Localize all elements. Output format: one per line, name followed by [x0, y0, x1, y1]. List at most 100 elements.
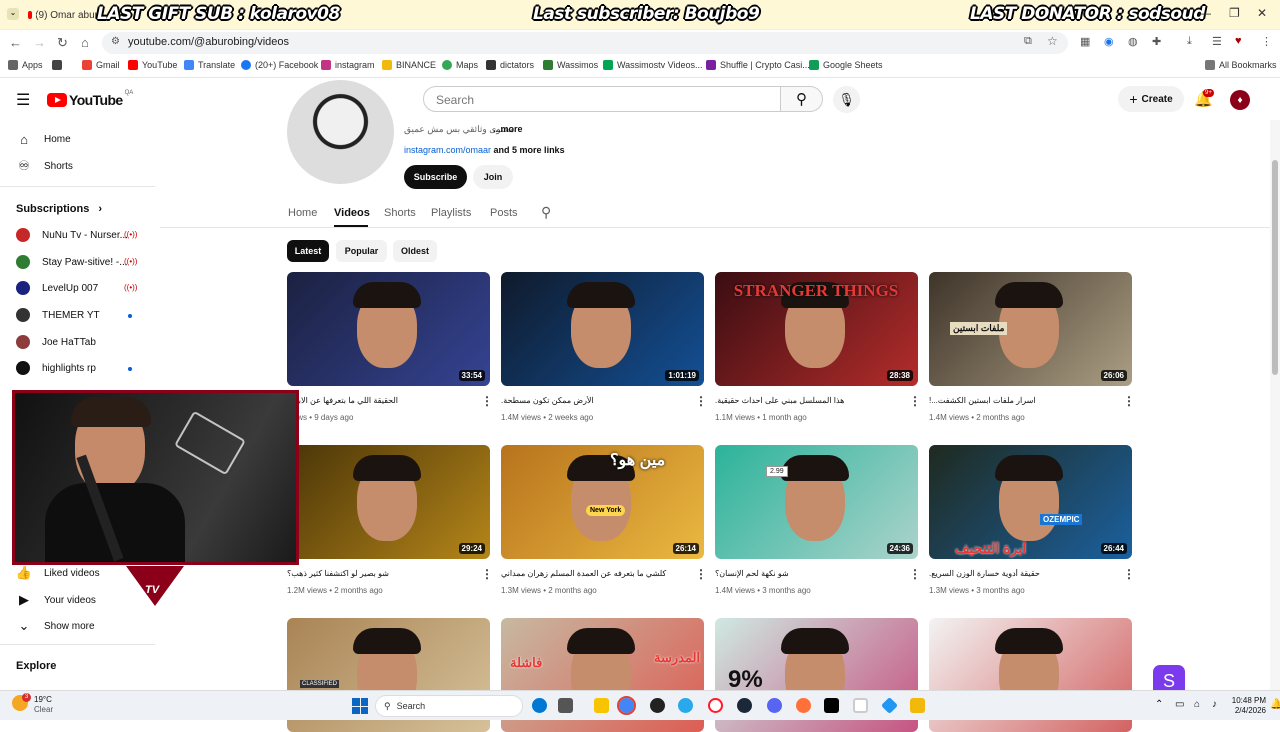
video-menu-icon[interactable]: ⋮: [909, 567, 921, 581]
opera-icon[interactable]: [708, 698, 723, 713]
tray-chevron-icon[interactable]: ⌃: [1155, 699, 1163, 710]
bookmark-dictators[interactable]: dictators: [486, 60, 534, 70]
cast-icon[interactable]: ⧉: [1024, 35, 1032, 48]
video-thumbnail[interactable]: 29:24: [287, 445, 490, 559]
chrome-menu-icon[interactable]: ⋮: [1261, 35, 1272, 48]
video-title[interactable]: شو نكهة لحم الإنسان؟: [715, 569, 895, 578]
sidebar-item-show-more[interactable]: ⌄ Show more: [16, 618, 95, 634]
tab-playlists[interactable]: Playlists: [431, 207, 471, 219]
voice-search-button[interactable]: 🎙: [833, 86, 860, 113]
bookmark-facebook[interactable]: (20+) Facebook: [241, 60, 318, 70]
taskbar-search[interactable]: ⚲ Search: [375, 695, 523, 717]
video-title[interactable]: الأرض ممكن تكون مسطحة.: [501, 396, 681, 405]
telegram-icon[interactable]: [678, 698, 693, 713]
tab-list-icon[interactable]: ⌄: [7, 8, 19, 20]
forward-icon[interactable]: →: [33, 35, 46, 50]
chrome-icon[interactable]: [617, 696, 636, 715]
extension-icon[interactable]: ▦: [1080, 35, 1090, 48]
tab-posts[interactable]: Posts: [490, 207, 518, 219]
sidebar-subscription[interactable]: Joe HaTTab: [16, 335, 96, 349]
sidebar-subscription[interactable]: highlights rp: [16, 361, 96, 375]
app2-icon[interactable]: [881, 697, 898, 714]
browser-tab[interactable]: (9) Omar abur: [28, 4, 98, 26]
reload-icon[interactable]: ↻: [57, 35, 68, 51]
video-menu-icon[interactable]: ⋮: [1123, 567, 1135, 581]
bookmark-translate[interactable]: Translate: [184, 60, 235, 70]
video-menu-icon[interactable]: ⋮: [695, 394, 707, 408]
tab-videos[interactable]: Videos: [334, 207, 370, 219]
menu-icon[interactable]: ☰: [16, 90, 30, 110]
bookmark-wassimos[interactable]: Wassimos: [543, 60, 598, 70]
bookmark-binance[interactable]: BINANCE: [382, 60, 436, 70]
profile-icon[interactable]: ♥: [1235, 35, 1242, 47]
tab-search-icon[interactable]: ☰: [1212, 35, 1222, 48]
task-view-icon[interactable]: [558, 698, 573, 713]
bookmark-star-icon[interactable]: ☆: [1047, 34, 1058, 48]
bookmark-maps[interactable]: Maps: [442, 60, 478, 70]
notification-center-icon[interactable]: 🔔: [1270, 699, 1280, 710]
network-icon[interactable]: ⌂: [1194, 699, 1200, 710]
sidebar-subscription[interactable]: THEMER YT: [16, 308, 100, 322]
video-menu-icon[interactable]: ⋮: [481, 567, 493, 581]
file-explorer-icon[interactable]: [594, 698, 609, 713]
sidebar-subscription[interactable]: LevelUp 007: [16, 281, 98, 295]
url-input[interactable]: ⚙ youtube.com/@aburobing/videos ⧉ ☆: [102, 32, 1068, 54]
avatar[interactable]: ♦: [1230, 90, 1250, 110]
github-icon[interactable]: [650, 698, 665, 713]
video-title[interactable]: اسرار ملفات ابستين الكشفت...!: [929, 396, 1109, 405]
video-title[interactable]: شو بصير لو اكتشفنا كثير ذهب؟: [287, 569, 467, 578]
close-icon[interactable]: ✕: [1257, 6, 1267, 20]
steam-icon[interactable]: [737, 698, 752, 713]
scrollbar[interactable]: [1270, 120, 1280, 690]
chip-latest[interactable]: Latest: [287, 240, 329, 262]
site-info-icon[interactable]: ⚙: [111, 36, 120, 47]
join-button[interactable]: Join: [473, 165, 513, 189]
video-menu-icon[interactable]: ⋮: [695, 567, 707, 581]
puzzle-icon[interactable]: ✚: [1152, 35, 1161, 48]
volume-icon[interactable]: ♪: [1212, 699, 1217, 710]
bookmark-sheets[interactable]: Google Sheets: [809, 60, 883, 70]
bookmark-wassimostv[interactable]: Wassimostv Videos...: [603, 60, 703, 70]
clock-time[interactable]: 10:48 PM: [1226, 696, 1266, 705]
bookmark-grid[interactable]: [52, 60, 62, 70]
video-title[interactable]: هذا المسلسل مبني على احداث حقيقية.: [715, 396, 895, 405]
binance-icon[interactable]: [910, 698, 925, 713]
bookmark-gmail[interactable]: Gmail: [82, 60, 120, 70]
maximize-icon[interactable]: ❐: [1229, 6, 1240, 20]
sidebar-subscription[interactable]: Stay Paw-sitive! -...: [16, 255, 128, 269]
firefox-icon[interactable]: [796, 698, 811, 713]
app-icon[interactable]: [853, 698, 868, 713]
video-thumbnail[interactable]: 33:54: [287, 272, 490, 386]
home-icon[interactable]: ⌂: [81, 35, 89, 50]
bookmark-shuffle[interactable]: Shuffle | Crypto Casi...: [706, 60, 810, 70]
channel-avatar-large[interactable]: [287, 80, 394, 184]
tab-shorts[interactable]: Shorts: [384, 207, 416, 219]
bookmark-apps[interactable]: Apps: [8, 60, 43, 70]
clock-date[interactable]: 2/4/2026: [1226, 706, 1266, 715]
sidebar-item-liked[interactable]: 👍 Liked videos: [16, 565, 100, 581]
sidebar-item-home[interactable]: ⌂ Home: [16, 131, 71, 147]
minimize-icon[interactable]: —: [1199, 6, 1211, 20]
obs-icon[interactable]: [824, 698, 839, 713]
wifi-extension-icon[interactable]: ◉: [1104, 35, 1114, 48]
chip-oldest[interactable]: Oldest: [393, 240, 437, 262]
edge-icon[interactable]: [532, 698, 547, 713]
scrollbar-thumb[interactable]: [1272, 160, 1278, 375]
video-menu-icon[interactable]: ⋮: [1123, 394, 1135, 408]
video-title[interactable]: كلشي ما بتعرفه عن العمدة المسلم زهران مم…: [501, 569, 681, 578]
video-menu-icon[interactable]: ⋮: [909, 394, 921, 408]
display-icon[interactable]: ▭: [1175, 699, 1184, 710]
tab-home[interactable]: Home: [288, 207, 317, 219]
video-thumbnail[interactable]: 1:01:19: [501, 272, 704, 386]
sidebar-item-your-videos[interactable]: ▶ Your videos: [16, 592, 96, 608]
description-more-link[interactable]: ...more: [493, 124, 523, 134]
bookmark-all[interactable]: All Bookmarks: [1205, 60, 1277, 70]
download-icon[interactable]: ⤓: [1187, 35, 1192, 48]
video-title[interactable]: حقيقة أدوية خسارة الوزن السريع.: [929, 569, 1109, 578]
video-thumbnail[interactable]: 26:14: [501, 445, 704, 559]
vpn-extension-icon[interactable]: ◍: [1128, 35, 1138, 48]
channel-link[interactable]: instagram.com/omaar: [404, 145, 491, 155]
video-thumbnail[interactable]: 24:36: [715, 445, 918, 559]
video-title[interactable]: الحقيقة اللي ما بتعرفها عن الابراج: [287, 396, 467, 405]
channel-search-icon[interactable]: ⚲: [541, 204, 551, 221]
